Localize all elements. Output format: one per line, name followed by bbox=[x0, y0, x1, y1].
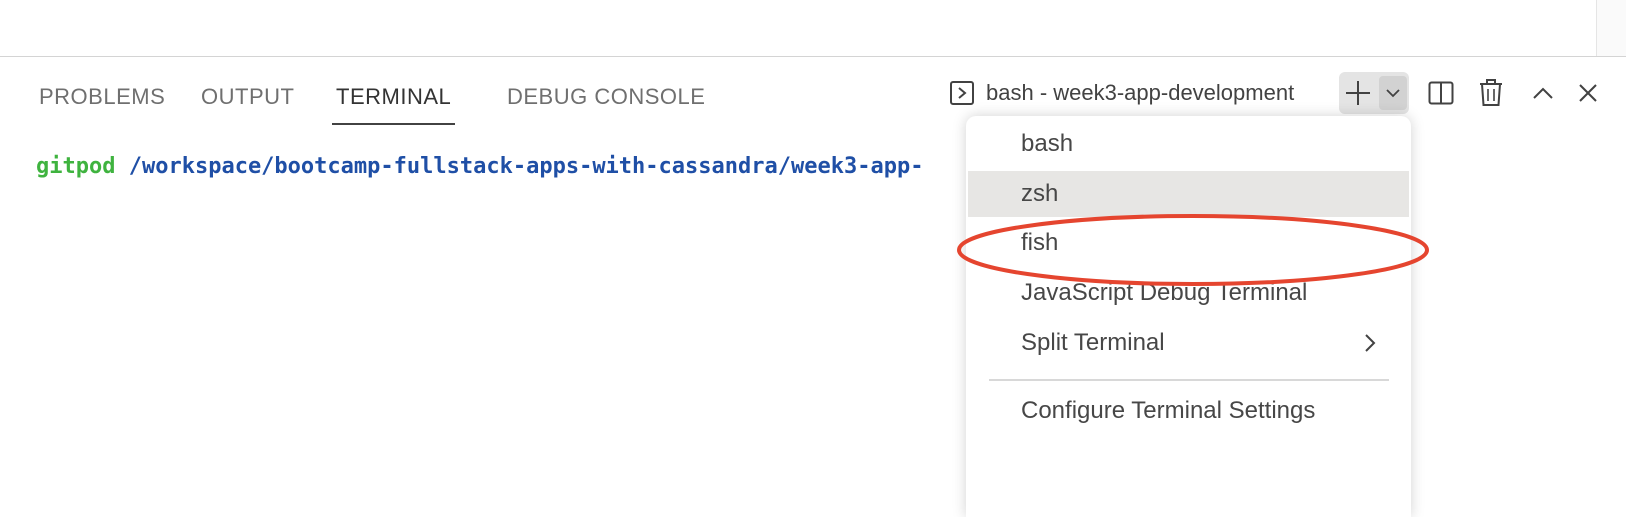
terminal-selector[interactable]: bash - week3-app-development bbox=[950, 76, 1294, 110]
menu-item-bash-label: bash bbox=[1021, 130, 1074, 157]
split-icon bbox=[1428, 81, 1454, 105]
terminal-panel: PROBLEMS OUTPUT TERMINAL DEBUG CONSOLE b… bbox=[0, 57, 1626, 517]
terminal-icon bbox=[950, 81, 974, 105]
split-terminal-button[interactable] bbox=[1425, 76, 1457, 110]
prompt-user: gitpod bbox=[36, 154, 116, 179]
active-tab-indicator bbox=[332, 123, 456, 125]
chevron-right-icon bbox=[1365, 334, 1376, 352]
new-terminal-button[interactable] bbox=[1339, 72, 1377, 114]
tab-terminal[interactable]: TERMINAL bbox=[332, 77, 456, 125]
kill-terminal-button[interactable] bbox=[1475, 76, 1507, 110]
plus-icon bbox=[1346, 81, 1370, 105]
tab-output-label: OUTPUT bbox=[201, 84, 295, 109]
tab-debug-console-label: DEBUG CONSOLE bbox=[507, 84, 706, 109]
editor-scrollbar[interactable] bbox=[1596, 0, 1626, 56]
menu-item-fish-label: fish bbox=[1021, 229, 1059, 256]
menu-item-fish[interactable]: fish bbox=[968, 220, 1409, 266]
chevron-up-icon bbox=[1533, 87, 1553, 99]
tab-debug-console[interactable]: DEBUG CONSOLE bbox=[507, 77, 705, 121]
tab-terminal-label: TERMINAL bbox=[336, 84, 452, 109]
terminal-profile-menu: bash zsh fish JavaScript Debug Terminal … bbox=[966, 116, 1411, 517]
menu-item-bash[interactable]: bash bbox=[968, 121, 1409, 167]
new-terminal-action-group bbox=[1339, 72, 1409, 114]
launch-profile-button[interactable] bbox=[1379, 76, 1407, 110]
menu-item-split-terminal-label: Split Terminal bbox=[1021, 329, 1165, 356]
maximize-panel-button[interactable] bbox=[1527, 76, 1559, 110]
menu-item-javascript-debug-terminal[interactable]: JavaScript Debug Terminal bbox=[968, 270, 1409, 316]
trash-icon bbox=[1480, 79, 1502, 106]
menu-item-zsh-label: zsh bbox=[1021, 180, 1059, 207]
menu-item-configure-terminal-settings-label: Configure Terminal Settings bbox=[1021, 397, 1316, 424]
chevron-down-icon bbox=[1386, 89, 1400, 98]
menu-item-zsh[interactable]: zsh bbox=[968, 171, 1409, 217]
close-icon bbox=[1579, 84, 1597, 102]
terminal-selector-label: bash - week3-app-development bbox=[986, 80, 1295, 105]
prompt-path: /workspace/bootcamp-fullstack-apps-with-… bbox=[128, 154, 924, 179]
terminal-prompt-line[interactable]: gitpod /workspace/bootcamp-fullstack-app… bbox=[36, 149, 966, 185]
menu-separator bbox=[989, 379, 1389, 381]
close-panel-button[interactable] bbox=[1572, 76, 1604, 110]
tab-output[interactable]: OUTPUT bbox=[201, 77, 294, 121]
tab-problems-label: PROBLEMS bbox=[39, 84, 166, 109]
editor-area bbox=[0, 0, 1626, 57]
tab-problems[interactable]: PROBLEMS bbox=[39, 77, 165, 121]
menu-item-split-terminal[interactable]: Split Terminal bbox=[968, 320, 1409, 366]
menu-item-javascript-debug-terminal-label: JavaScript Debug Terminal bbox=[1021, 279, 1308, 306]
menu-item-configure-terminal-settings[interactable]: Configure Terminal Settings bbox=[968, 388, 1409, 434]
